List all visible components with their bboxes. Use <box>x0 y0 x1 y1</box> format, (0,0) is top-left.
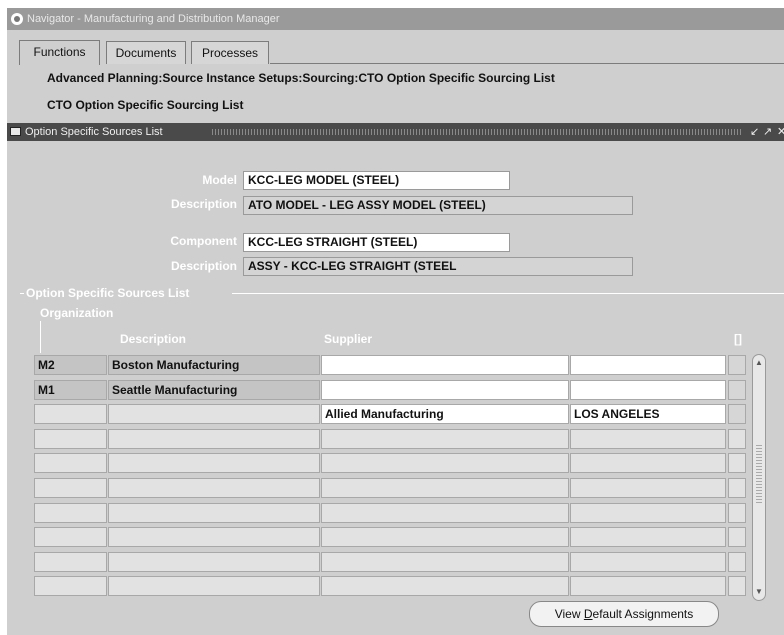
page-title: CTO Option Specific Sourcing List <box>47 98 244 112</box>
model-description-label: Description <box>170 197 237 211</box>
site-cell[interactable] <box>570 453 726 473</box>
org-cell[interactable] <box>34 552 107 572</box>
description-cell[interactable]: Boston Manufacturing <box>108 355 320 375</box>
flex-cell[interactable] <box>728 453 746 473</box>
site-cell[interactable] <box>570 503 726 523</box>
flex-cell[interactable] <box>728 576 746 596</box>
supplier-cell[interactable] <box>321 355 569 375</box>
section-rule-left <box>20 293 24 294</box>
form-icon <box>10 127 21 136</box>
tab-functions[interactable]: Functions <box>19 40 100 65</box>
description-cell[interactable] <box>108 429 320 449</box>
flex-cell[interactable] <box>728 404 746 424</box>
left-edge <box>0 0 7 635</box>
flex-cell[interactable] <box>728 527 746 547</box>
button-label-part: View <box>554 607 584 621</box>
sources-section-title: Option Specific Sources List <box>26 286 190 300</box>
model-field[interactable]: KCC-LEG MODEL (STEEL) <box>243 171 510 190</box>
supplier-cell[interactable] <box>321 478 569 498</box>
form-titlebar: Option Specific Sources List ↙ ↗ ✕ <box>7 123 784 141</box>
maximize-icon[interactable]: ↗ <box>763 123 772 141</box>
supplier-cell[interactable] <box>321 503 569 523</box>
component-description-label: Description <box>170 259 237 273</box>
window-titlebar: Navigator - Manufacturing and Distributi… <box>7 8 784 30</box>
scroll-thumb[interactable] <box>756 445 762 505</box>
site-cell[interactable] <box>570 380 726 400</box>
button-label-part: efault Assignments <box>592 607 694 621</box>
component-field[interactable]: KCC-LEG STRAIGHT (STEEL) <box>243 233 510 252</box>
org-cell[interactable] <box>34 503 107 523</box>
model-label: Model <box>202 173 237 187</box>
flex-cell[interactable] <box>728 380 746 400</box>
description-cell[interactable] <box>108 404 320 424</box>
titlebar-texture <box>212 129 742 135</box>
org-cell[interactable] <box>34 453 107 473</box>
site-cell[interactable] <box>570 576 726 596</box>
section-rule-right <box>232 293 784 294</box>
org-cell[interactable]: M2 <box>34 355 107 375</box>
site-cell[interactable]: LOS ANGELES <box>570 404 726 424</box>
org-cell[interactable] <box>34 478 107 498</box>
description-column-header: Description <box>120 332 187 346</box>
description-cell[interactable] <box>108 478 320 498</box>
view-default-assignments-button[interactable]: View Default Assignments <box>529 601 719 627</box>
scroll-down-icon[interactable]: ▼ <box>755 588 763 596</box>
supplier-cell[interactable] <box>321 380 569 400</box>
breadcrumb: Advanced Planning:Source Instance Setups… <box>47 71 555 85</box>
supplier-cell[interactable] <box>321 576 569 596</box>
description-cell[interactable] <box>108 527 320 547</box>
vertical-scrollbar[interactable]: ▲ ▼ <box>752 354 766 601</box>
org-cell[interactable] <box>34 576 107 596</box>
close-icon[interactable]: ✕ <box>777 123 784 141</box>
description-cell[interactable] <box>108 576 320 596</box>
flex-cell[interactable] <box>728 478 746 498</box>
form-title: Option Specific Sources List <box>25 126 163 138</box>
supplier-column-header: Supplier <box>324 332 373 346</box>
description-cell[interactable] <box>108 503 320 523</box>
supplier-cell[interactable] <box>321 527 569 547</box>
supplier-cell[interactable]: Allied Manufacturing <box>321 404 569 424</box>
org-cell[interactable] <box>34 527 107 547</box>
flex-cell[interactable] <box>728 552 746 572</box>
flexfield-column-header: [] <box>734 332 742 346</box>
supplier-cell[interactable] <box>321 429 569 449</box>
supplier-cell[interactable] <box>321 552 569 572</box>
tab-divider <box>270 63 784 64</box>
minimize-icon[interactable]: ↙ <box>750 123 759 141</box>
flex-cell[interactable] <box>728 355 746 375</box>
model-description-field: ATO MODEL - LEG ASSY MODEL (STEEL) <box>243 196 633 215</box>
site-cell[interactable] <box>570 552 726 572</box>
scroll-up-icon[interactable]: ▲ <box>755 359 763 367</box>
component-label: Component <box>170 234 237 248</box>
site-cell[interactable] <box>570 527 726 547</box>
site-cell[interactable] <box>570 355 726 375</box>
supplier-cell[interactable] <box>321 453 569 473</box>
site-cell[interactable] <box>570 478 726 498</box>
org-cell[interactable] <box>34 404 107 424</box>
window-title: Navigator - Manufacturing and Distributi… <box>27 13 280 25</box>
organization-header-leader <box>40 321 41 353</box>
tab-processes[interactable]: Processes <box>191 41 269 64</box>
tab-documents[interactable]: Documents <box>106 41 186 64</box>
component-description-field: ASSY - KCC-LEG STRAIGHT (STEEL <box>243 257 633 276</box>
org-cell[interactable]: M1 <box>34 380 107 400</box>
description-cell[interactable] <box>108 552 320 572</box>
flex-cell[interactable] <box>728 429 746 449</box>
description-cell[interactable] <box>108 453 320 473</box>
button-mnemonic: D <box>583 607 593 621</box>
organization-column-header: Organization <box>40 306 114 320</box>
org-cell[interactable] <box>34 429 107 449</box>
navigator-icon <box>11 13 23 25</box>
flex-cell[interactable] <box>728 503 746 523</box>
site-cell[interactable] <box>570 429 726 449</box>
description-cell[interactable]: Seattle Manufacturing <box>108 380 320 400</box>
